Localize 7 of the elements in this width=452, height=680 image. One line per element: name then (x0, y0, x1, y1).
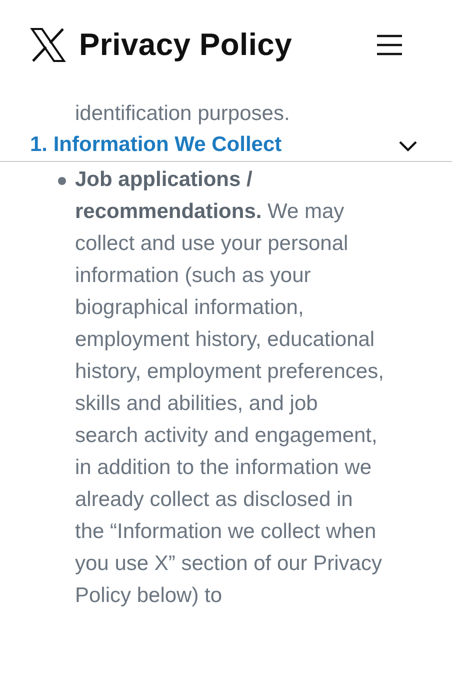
menu-icon[interactable] (377, 34, 402, 56)
section-title: 1. Information We Collect (30, 132, 282, 158)
body-text: identification purposes. (74, 101, 291, 127)
bullet-text: Job applications / recommendations. We may collect and use your personal information (such as your biographical information, employment history, educational history, employment preferences, skills and abilities, and job search activity and engagement, in addition to the information we already collect as disclosed in the “Information we collect when you use X” section of our Privacy Policy below) to (75, 167, 385, 609)
page-title: Privacy Policy (79, 26, 292, 64)
x-logo-icon[interactable] (30, 27, 66, 63)
bullet-icon (58, 177, 66, 185)
